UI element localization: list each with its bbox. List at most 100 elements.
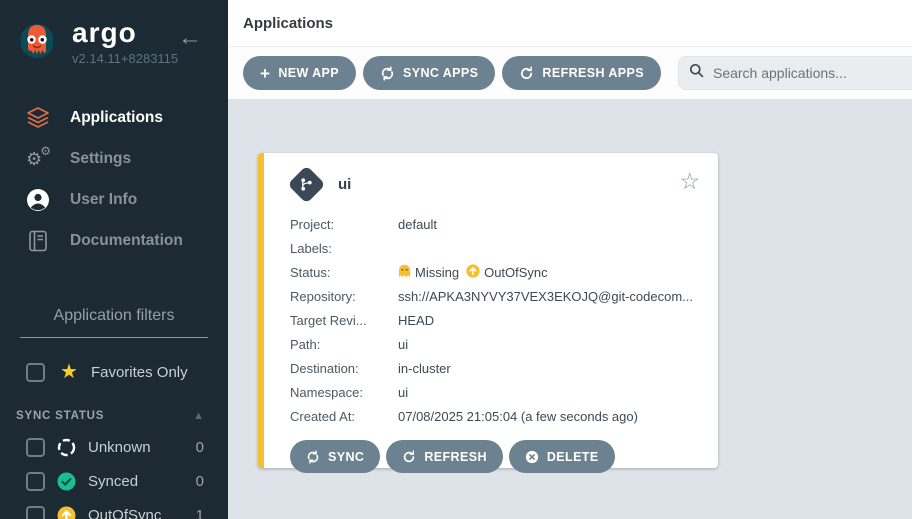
sync-status-label: OutOfSync <box>484 265 548 280</box>
sidebar-item-label: Applications <box>70 109 163 127</box>
plus-icon: + <box>260 65 270 82</box>
layers-icon <box>24 107 52 129</box>
titlebar: Applications <box>228 0 912 47</box>
synced-check-icon <box>57 472 76 491</box>
gear-icon: ⚙⚙ <box>24 147 52 171</box>
refresh-icon <box>402 450 416 464</box>
brand-name: argo <box>72 18 178 48</box>
sync-button[interactable]: SYNC <box>290 440 380 473</box>
unknown-circle-icon <box>57 438 76 457</box>
sidebar-item-label: User Info <box>70 191 137 209</box>
row-labels: Labels: <box>290 236 702 260</box>
row-label: Project: <box>290 217 398 232</box>
row-value: 07/08/2025 21:05:04 (a few seconds ago) <box>398 409 638 424</box>
sidebar-item-label: Settings <box>70 150 131 168</box>
star-icon: ★ <box>60 362 78 382</box>
page-title: Applications <box>243 15 333 32</box>
health-status: Missing <box>398 264 459 281</box>
filter-row-unknown[interactable]: Unknown 0 <box>26 430 204 464</box>
row-repository: Repository: ssh://APKA3NYVY37VEX3EKOJQ@g… <box>290 284 702 308</box>
sync-status-value: OutOfSync <box>466 264 548 281</box>
brand-block: argo v2.14.11+8283115 <box>72 18 178 66</box>
synced-checkbox[interactable] <box>26 472 45 491</box>
main-area: Applications + NEW APP SYNC APPS <box>228 0 912 519</box>
sync-status-header: SYNC STATUS ▲ <box>16 410 204 422</box>
refresh-apps-label: REFRESH APPS <box>542 66 644 80</box>
app-git-branch-icon <box>287 165 325 203</box>
row-label: Status: <box>290 265 398 280</box>
row-created-at: Created At: 07/08/2025 21:05:04 (a few s… <box>290 404 702 428</box>
new-app-label: NEW APP <box>278 66 339 80</box>
row-namespace: Namespace: ui <box>290 380 702 404</box>
sync-apps-button[interactable]: SYNC APPS <box>363 56 495 90</box>
card-header: ui ☆ <box>290 165 702 203</box>
row-label: Namespace: <box>290 385 398 400</box>
applications-content: ui ☆ Project: default Labels: Status: <box>228 99 912 519</box>
application-name: ui <box>338 176 351 193</box>
refresh-apps-button[interactable]: REFRESH APPS <box>502 56 661 90</box>
new-app-button[interactable]: + NEW APP <box>243 56 356 90</box>
sidebar-item-applications[interactable]: Applications <box>0 97 228 138</box>
delete-button-label: DELETE <box>547 450 599 464</box>
sync-button-label: SYNC <box>328 450 364 464</box>
row-label: Destination: <box>290 361 398 376</box>
row-label: Repository: <box>290 289 398 304</box>
sync-status-filters: Unknown 0 Synced 0 OutOfSync <box>0 430 228 519</box>
sync-icon <box>380 66 395 81</box>
collapse-section-icon[interactable]: ▲ <box>193 410 204 422</box>
row-target-revision: Target Revi... HEAD <box>290 308 702 332</box>
filter-label: Synced <box>88 473 196 490</box>
row-value: default <box>398 217 437 232</box>
search-input[interactable] <box>713 65 912 81</box>
sidebar-collapse-arrow-icon[interactable]: ← <box>178 26 202 50</box>
sidebar-item-settings[interactable]: ⚙⚙ Settings <box>0 138 228 179</box>
filter-label: Unknown <box>88 439 196 456</box>
row-value: Missing OutOfSync <box>398 264 555 281</box>
delete-circle-x-icon <box>525 450 539 464</box>
row-value: in-cluster <box>398 361 451 376</box>
filter-row-synced[interactable]: Synced 0 <box>26 464 204 498</box>
favorites-only-label: Favorites Only <box>91 364 188 381</box>
row-label: Labels: <box>290 241 398 256</box>
row-label: Path: <box>290 337 398 352</box>
sync-status-title: SYNC STATUS <box>16 410 104 422</box>
filter-row-outofsync[interactable]: OutOfSync 1 <box>26 498 204 519</box>
row-destination: Destination: in-cluster <box>290 356 702 380</box>
sidebar-item-label: Documentation <box>70 232 183 250</box>
missing-ghost-icon <box>398 264 415 281</box>
row-project: Project: default <box>290 212 702 236</box>
toolbar: + NEW APP SYNC APPS REFRESH APPS <box>228 47 912 99</box>
sidebar: argo v2.14.11+8283115 ← Applications ⚙⚙ … <box>0 0 228 519</box>
sidebar-item-user-info[interactable]: User Info <box>0 179 228 220</box>
refresh-button[interactable]: REFRESH <box>386 440 503 473</box>
row-status: Status: Missing <box>290 260 702 284</box>
row-label: Target Revi... <box>290 313 398 328</box>
delete-button[interactable]: DELETE <box>509 440 615 473</box>
filter-label: OutOfSync <box>88 507 196 519</box>
favorites-only-checkbox[interactable] <box>26 363 45 382</box>
outofsync-arrow-icon <box>466 264 484 281</box>
card-rows: Project: default Labels: Status: <box>290 212 702 428</box>
search-icon <box>689 63 704 83</box>
sidebar-nav: Applications ⚙⚙ Settings User Info <box>0 97 228 261</box>
row-path: Path: ui <box>290 332 702 356</box>
argo-octopus-logo-icon <box>14 16 60 67</box>
row-value: ssh://APKA3NYVY37VEX3EKOJQ@git-codecom..… <box>398 289 693 304</box>
refresh-button-label: REFRESH <box>424 450 487 464</box>
sync-apps-label: SYNC APPS <box>403 66 478 80</box>
card-actions: SYNC REFRESH <box>290 440 702 473</box>
favorites-only-filter[interactable]: ★ Favorites Only <box>26 362 228 382</box>
outofsync-checkbox[interactable] <box>26 506 45 519</box>
filter-count: 0 <box>196 473 204 490</box>
application-card-ui[interactable]: ui ☆ Project: default Labels: Status: <box>258 153 718 468</box>
refresh-icon <box>519 66 534 81</box>
book-icon <box>24 230 52 252</box>
filter-count: 0 <box>196 439 204 456</box>
outofsync-arrow-icon <box>57 506 76 519</box>
user-icon <box>24 188 52 212</box>
version-text: v2.14.11+8283115 <box>72 51 178 66</box>
search-box[interactable]: / <box>678 56 912 90</box>
favorite-star-icon[interactable]: ☆ <box>679 170 700 193</box>
unknown-checkbox[interactable] <box>26 438 45 457</box>
sidebar-item-documentation[interactable]: Documentation <box>0 220 228 261</box>
